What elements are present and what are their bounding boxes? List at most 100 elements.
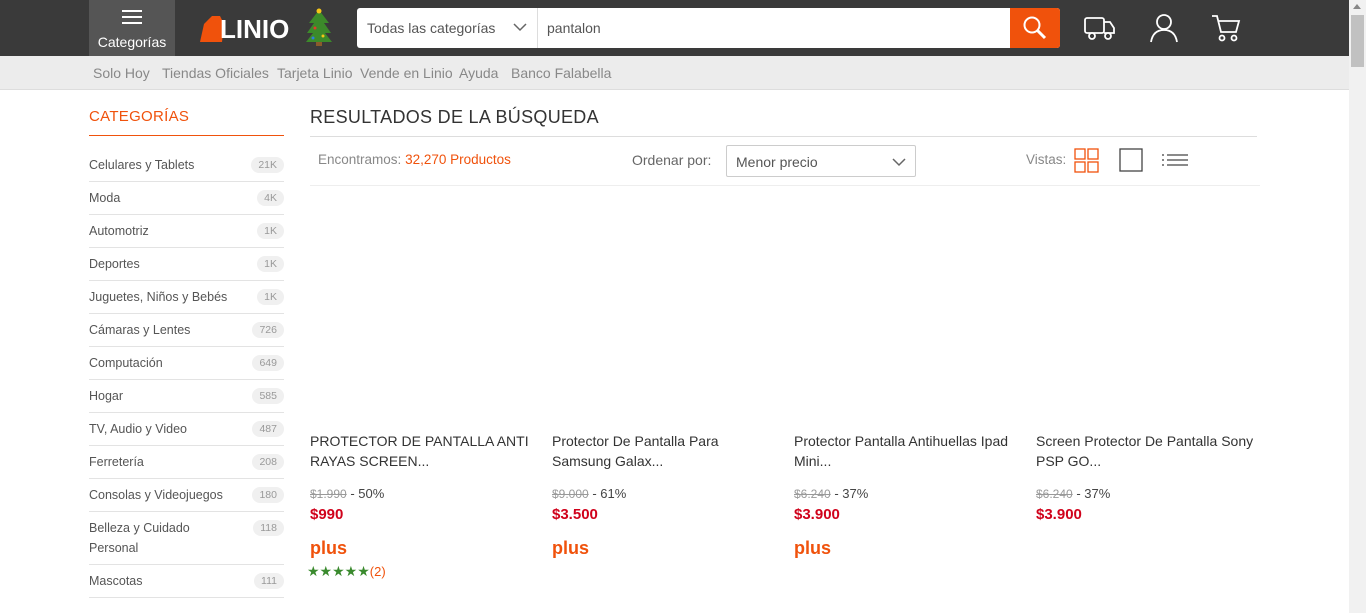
results-title: RESULTADOS DE LA BÚSQUEDA [310, 107, 599, 127]
search-icon [1023, 16, 1047, 40]
product-card[interactable]: Screen Protector De Pantalla Sony PSP GO… [1036, 190, 1262, 590]
categories-menu-button[interactable]: Categorías [89, 0, 175, 56]
product-old-price: $6.240 [1036, 487, 1073, 501]
sidebar-item-computacion[interactable]: Computación 649 [89, 347, 284, 380]
linio-logo[interactable]: LINIO [198, 8, 298, 48]
product-discount: - 50% [350, 486, 385, 501]
product-old-price-line: $6.240 - 37% [1036, 486, 1110, 501]
product-price: $3.900 [794, 506, 840, 523]
results-count: Encontramos: 32,270 Productos [318, 152, 511, 167]
sidebar-item-label: Mascotas [89, 574, 143, 588]
sidebar-item-mascotas[interactable]: Mascotas 111 [89, 565, 284, 598]
product-discount: - 37% [834, 486, 869, 501]
sidebar-item-camaras[interactable]: Cámaras y Lentes 726 [89, 314, 284, 347]
product-name[interactable]: Protector Pantalla Antihuellas Ipad Mini… [794, 431, 1018, 471]
product-image[interactable] [1036, 190, 1262, 415]
results-count-value: 32,270 Productos [405, 152, 511, 167]
list-view-icon[interactable] [1161, 148, 1189, 174]
rating-count: (2) [369, 564, 386, 579]
sidebar-item-hogar[interactable]: Hogar 585 [89, 380, 284, 413]
sidebar-item-celulares-tablets[interactable]: Celulares y Tablets 21K [89, 149, 284, 182]
sidebar-item-deportes[interactable]: Deportes 1K [89, 248, 284, 281]
hamburger-icon [122, 10, 142, 24]
product-old-price: $9.000 [552, 487, 589, 501]
scroll-up-arrow-icon[interactable] [1353, 4, 1361, 9]
sort-select[interactable]: Menor precio [726, 145, 916, 177]
product-card[interactable]: Protector Pantalla Antihuellas Ipad Mini… [794, 190, 1020, 590]
single-view-icon[interactable] [1119, 148, 1145, 174]
sidebar-item-count: 21K [251, 157, 284, 173]
cart-icon[interactable] [1209, 12, 1243, 44]
product-name[interactable]: PROTECTOR DE PANTALLA ANTI RAYAS SCREEN.… [310, 431, 534, 471]
product-old-price-line: $1.990 - 50% [310, 486, 384, 501]
product-image[interactable] [794, 190, 1020, 415]
sidebar-item-ferreteria[interactable]: Ferretería 208 [89, 446, 284, 479]
sort-label: Ordenar por: [632, 152, 712, 168]
sidebar-item-label: Juguetes, Niños y Bebés [89, 290, 228, 304]
rating-stars-icon: ★★★★★ [307, 563, 370, 579]
sidebar-item-count: 208 [252, 454, 284, 470]
sidebar-item-label: Computación [89, 356, 163, 370]
nav-link-solo-hoy[interactable]: Solo Hoy [93, 65, 150, 81]
sidebar-item-label: Consolas y Videojuegos [89, 488, 223, 502]
sidebar-item-label: Celulares y Tablets [89, 158, 195, 172]
sidebar-item-belleza[interactable]: Belleza y Cuidado Personal 118 [89, 512, 284, 565]
user-icon[interactable] [1147, 12, 1181, 44]
sidebar-item-label: Belleza y Cuidado Personal [89, 521, 190, 555]
plus-badge: plus [310, 538, 348, 558]
product-old-price: $6.240 [794, 487, 831, 501]
plus-badge: plus [794, 538, 832, 558]
product-rating[interactable]: ★★★★★(2) [307, 563, 386, 580]
sidebar-item-count: 4K [257, 190, 284, 206]
sidebar-item-label: Deportes [89, 257, 140, 271]
sidebar-item-label: Automotriz [89, 224, 149, 238]
product-old-price: $1.990 [310, 487, 347, 501]
chevron-down-icon [513, 23, 527, 32]
nav-link-vende-en-linio[interactable]: Vende en Linio [360, 65, 453, 81]
nav-link-ayuda[interactable]: Ayuda [459, 65, 498, 81]
search-bar: Todas las categorías [357, 8, 1060, 48]
search-input[interactable] [539, 8, 1009, 48]
sidebar-item-count: 1K [257, 223, 284, 239]
sidebar-item-moda[interactable]: Moda 4K [89, 182, 284, 215]
results-divider [310, 136, 1257, 137]
truck-icon[interactable] [1083, 12, 1117, 44]
product-old-price-line: $9.000 - 61% [552, 486, 626, 501]
sidebar-item-count: 585 [252, 388, 284, 404]
sidebar-divider [89, 135, 284, 136]
product-discount: - 37% [1076, 486, 1111, 501]
product-image[interactable] [310, 190, 536, 415]
product-name[interactable]: Protector De Pantalla Para Samsung Galax… [552, 431, 776, 471]
results-count-prefix: Encontramos: [318, 152, 402, 167]
product-name[interactable]: Screen Protector De Pantalla Sony PSP GO… [1036, 431, 1260, 471]
sort-select-value: Menor precio [736, 154, 818, 170]
product-price: $3.900 [1036, 506, 1082, 523]
product-price: $990 [310, 506, 344, 523]
product-card[interactable]: PROTECTOR DE PANTALLA ANTI RAYAS SCREEN.… [307, 190, 536, 590]
nav-link-banco-falabella[interactable]: Banco Falabella [511, 65, 611, 81]
sidebar-item-label: Ferretería [89, 455, 144, 469]
grid-view-icon[interactable] [1074, 148, 1100, 174]
sidebar-item-consolas[interactable]: Consolas y Videojuegos 180 [89, 479, 284, 512]
christmas-tree-icon [306, 8, 332, 46]
sidebar-item-count: 487 [252, 421, 284, 437]
sidebar-item-juguetes[interactable]: Juguetes, Niños y Bebés 1K [89, 281, 284, 314]
page-scrollbar[interactable] [1349, 0, 1366, 613]
sidebar-title: CATEGORÍAS [89, 108, 190, 125]
product-discount: - 61% [592, 486, 627, 501]
sidebar-item-tv-audio-video[interactable]: TV, Audio y Video 487 [89, 413, 284, 446]
nav-link-tarjeta-linio[interactable]: Tarjeta Linio [277, 65, 353, 81]
views-label: Vistas: [1026, 152, 1067, 167]
nav-link-tiendas-oficiales[interactable]: Tiendas Oficiales [162, 65, 269, 81]
sidebar-item-count: 180 [252, 487, 284, 503]
product-image[interactable] [552, 190, 778, 415]
product-card[interactable]: Protector De Pantalla Para Samsung Galax… [552, 190, 778, 590]
search-button[interactable] [1010, 8, 1060, 48]
sidebar-item-automotriz[interactable]: Automotriz 1K [89, 215, 284, 248]
sidebar-item-count: 1K [257, 289, 284, 305]
secondary-nav: Solo Hoy Tiendas Oficiales Tarjeta Linio… [0, 56, 1349, 90]
search-category-select[interactable]: Todas las categorías [357, 8, 538, 48]
scrollbar-thumb[interactable] [1351, 15, 1364, 67]
categories-menu-label: Categorías [97, 34, 167, 50]
sidebar-item-label: Hogar [89, 389, 124, 403]
